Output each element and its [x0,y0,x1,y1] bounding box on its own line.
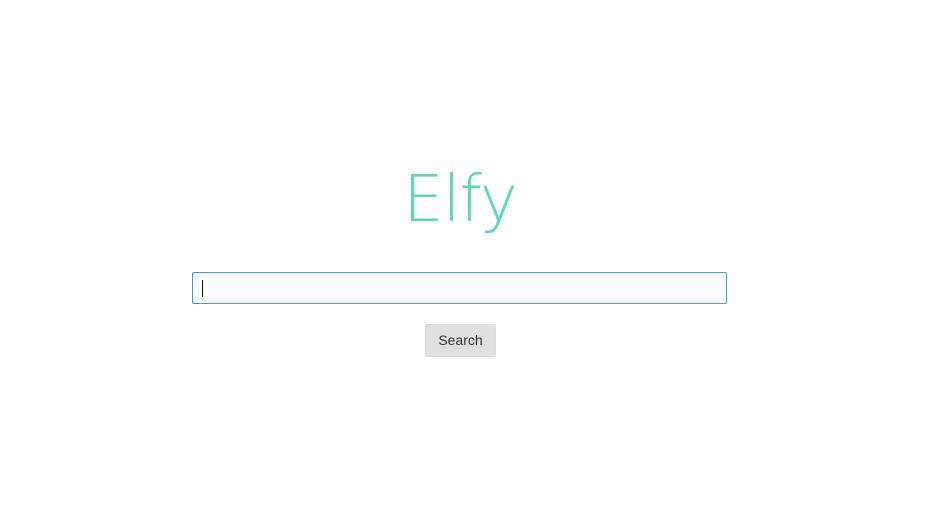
logo-text: Elfy [403,163,518,237]
search-page: Elfy Search [0,0,928,509]
search-box [192,272,727,304]
text-cursor [202,280,203,297]
search-input[interactable] [192,272,727,304]
search-button[interactable]: Search [425,324,496,357]
